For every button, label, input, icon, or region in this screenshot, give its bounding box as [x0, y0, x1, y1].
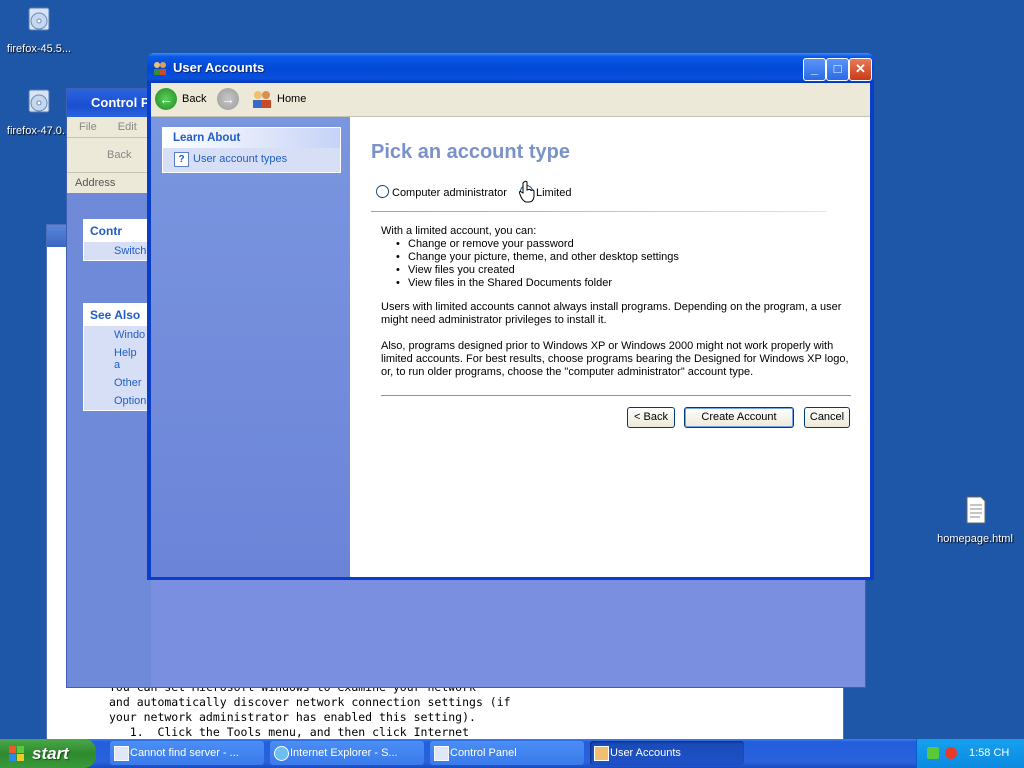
install-note: Users with limited accounts cannot alway…: [381, 301, 842, 326]
users-icon: [154, 62, 166, 75]
control-panel-task-pane: Contr Switch See Also Windo Help a Other…: [67, 193, 151, 687]
menu-edit[interactable]: Edit: [118, 121, 137, 133]
divider: [371, 211, 826, 212]
task-button-internet-explorer[interactable]: Internet Explorer - S...: [270, 741, 424, 765]
system-tray: 1:58 CH: [916, 739, 1024, 768]
bullet-item: • View files in the Shared Documents fold…: [396, 277, 613, 290]
window-toolbar: ← Back → Home: [151, 83, 870, 117]
bullet-text: View files in the Shared Documents folde…: [408, 277, 613, 289]
page-icon: [114, 746, 129, 761]
panel-item-switch[interactable]: Switch: [84, 242, 150, 260]
control-panel-icon: [434, 746, 449, 761]
help-text: You can set Microsoft Windows to examine…: [109, 680, 511, 740]
back-label: Back: [182, 93, 207, 105]
clock[interactable]: 1:58 CH: [969, 739, 1009, 768]
bullet-text: Change or remove your password: [408, 238, 574, 250]
see-also-item[interactable]: Windo: [84, 326, 150, 344]
bullet-dot: •: [396, 251, 400, 263]
start-label: start: [32, 744, 69, 763]
bullet-text: Change your picture, theme, and other de…: [408, 251, 679, 263]
radio-label: Limited: [536, 187, 572, 199]
see-also-title: See Also: [84, 304, 150, 326]
security-alert-icon[interactable]: [945, 747, 957, 759]
compatibility-note: Also, programs designed prior to Windows…: [381, 340, 849, 378]
taskbar: start Cannot find server - ... Internet …: [0, 739, 1024, 768]
task-label: Internet Explorer - S...: [290, 747, 398, 759]
learn-about-item[interactable]: ? User account types: [163, 148, 340, 172]
page-heading: Pick an account type: [371, 141, 570, 163]
bullet-item: • Change or remove your password: [396, 238, 574, 251]
desktop-icon-label: firefox-45.5...: [6, 43, 72, 55]
forward-arrow-icon: →: [217, 88, 239, 110]
see-also-item[interactable]: Other: [84, 374, 150, 392]
help-line: your network administrator has enabled t…: [109, 710, 476, 724]
hand-cursor-icon: [518, 180, 535, 203]
radio-computer-administrator[interactable]: Computer administrator: [376, 185, 507, 199]
radio-label: Computer administrator: [392, 187, 507, 199]
control-panel-title: Control P: [91, 95, 150, 110]
bullet-dot: •: [396, 264, 400, 276]
back-step-button[interactable]: < Back: [627, 407, 675, 428]
minimize-button[interactable]: _: [803, 58, 826, 81]
start-button[interactable]: start: [0, 739, 96, 768]
cancel-button[interactable]: Cancel: [804, 407, 850, 428]
text-document-icon: [966, 496, 986, 524]
panel-title: Contr: [84, 220, 150, 242]
home-label: Home: [277, 93, 307, 105]
help-line: and automatically discover network conne…: [109, 695, 511, 709]
forward-button[interactable]: →: [217, 87, 241, 111]
close-button[interactable]: ✕: [849, 58, 872, 81]
limited-intro: With a limited account, you can:: [381, 225, 537, 237]
help-line: 1. Click the Tools menu, and then click …: [109, 725, 470, 739]
bullet-text: View files you created: [408, 264, 515, 276]
installer-icon: [28, 7, 50, 31]
see-also-item[interactable]: Help a: [84, 344, 150, 374]
account-type-content: Pick an account type Computer administra…: [350, 117, 870, 577]
task-label: Cannot find server - ...: [130, 747, 239, 759]
users-icon: [594, 746, 609, 761]
back-arrow-icon: ←: [155, 88, 177, 110]
control-panel-back[interactable]: Back: [107, 149, 131, 161]
learn-about-panel: Learn About ? User account types: [162, 127, 341, 173]
learn-about-title: Learn About: [163, 128, 340, 148]
help-icon: ?: [174, 152, 189, 167]
internet-explorer-icon: [274, 746, 289, 761]
installer-icon: [28, 89, 50, 113]
see-also-item[interactable]: Option: [84, 392, 150, 410]
windows-logo-icon: [9, 746, 24, 761]
desktop-icon-firefox-45[interactable]: firefox-45.5...: [0, 4, 78, 55]
window-title: User Accounts: [173, 60, 265, 75]
home-button[interactable]: Home: [251, 87, 321, 111]
bullet-dot: •: [396, 238, 400, 250]
user-accounts-window[interactable]: User Accounts _ □ ✕ ← Back → Home Learn …: [147, 53, 874, 580]
bullet-item: • Change your picture, theme, and other d…: [396, 251, 679, 264]
bullet-item: • View files you created: [396, 264, 515, 277]
address-label: Address: [75, 177, 116, 189]
task-button-cannot-find-server[interactable]: Cannot find server - ...: [110, 741, 264, 765]
task-label: Control Panel: [450, 747, 517, 759]
minimize-icon: _: [810, 61, 819, 76]
task-button-user-accounts[interactable]: User Accounts: [590, 741, 744, 765]
create-account-button[interactable]: Create Account: [684, 407, 794, 428]
network-icon[interactable]: [927, 747, 939, 759]
task-sidebar: Learn About ? User account types: [151, 117, 350, 577]
maximize-button[interactable]: □: [826, 58, 849, 81]
radio-circle[interactable]: [376, 185, 389, 198]
back-button[interactable]: ← Back: [155, 87, 215, 111]
window-titlebar[interactable]: User Accounts _ □ ✕: [147, 53, 874, 83]
control-panel-panel: Contr Switch: [83, 219, 151, 261]
bullet-dot: •: [396, 277, 400, 289]
home-users-icon: [253, 91, 271, 108]
desktop-icon-homepage[interactable]: homepage.html: [935, 494, 1015, 545]
see-also-panel: See Also Windo Help a Other Option: [83, 303, 151, 411]
divider: [381, 395, 851, 396]
menu-file[interactable]: File: [79, 121, 97, 133]
task-button-control-panel[interactable]: Control Panel: [430, 741, 584, 765]
desktop-icon-label: homepage.html: [937, 533, 1013, 545]
learn-about-link[interactable]: User account types: [193, 153, 287, 165]
maximize-icon: □: [833, 61, 842, 76]
close-icon: ✕: [855, 61, 866, 76]
task-label: User Accounts: [610, 747, 681, 759]
